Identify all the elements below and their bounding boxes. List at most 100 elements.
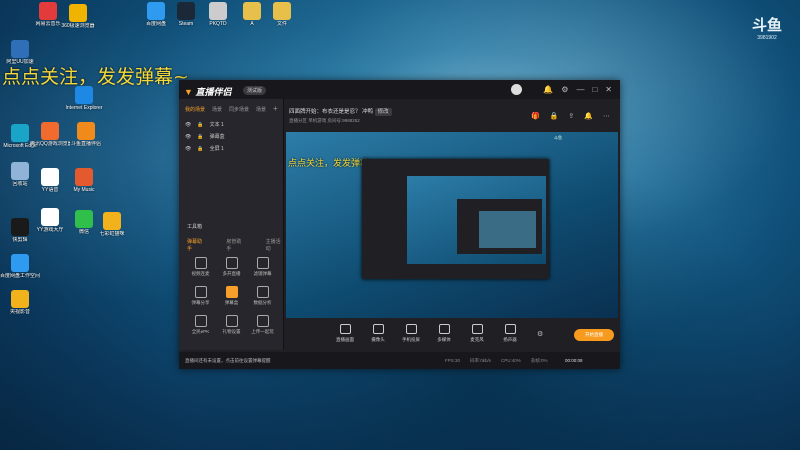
bottom-tool-button[interactable]: 多媒体: [433, 324, 455, 343]
bottom-tool-button[interactable]: 直播画面: [334, 324, 356, 343]
start-live-button[interactable]: 开始直播: [574, 329, 614, 341]
tool-button[interactable]: 弹幕盒: [216, 284, 247, 309]
watermark-logo: 斗鱼: [751, 16, 782, 34]
live-timer: 00:00:08: [565, 358, 583, 363]
desktop-icon[interactable]: 文件: [262, 2, 302, 27]
tool-icon: [194, 315, 207, 327]
status-bar: 直播间还有未设置，点击前往设置弹幕提醒 FPS:30 码率:0kb/s CPU:…: [179, 352, 620, 369]
tool-button[interactable]: 视频连麦: [185, 255, 216, 280]
bottom-tool-icon: [405, 324, 417, 334]
app-icon: [273, 2, 291, 20]
gear-icon[interactable]: ⚙: [561, 85, 568, 94]
tab-room-admin[interactable]: 房管助手: [226, 238, 243, 252]
bell-icon[interactable]: 🔔: [584, 112, 593, 120]
desktop-icon-label: 斗鱼直播伴侣: [70, 141, 101, 147]
desktop-icon-label: 文件: [276, 21, 287, 27]
app-icon: [69, 4, 87, 22]
desktop-icon-label: 七彩虹猫咪: [99, 231, 125, 237]
tool-icon: [256, 286, 269, 298]
tab-host-events[interactable]: 主播活动: [266, 238, 283, 252]
room-info: 直播分区 单机游戏 房间号:9988252: [289, 118, 360, 123]
status-warning[interactable]: 直播间还有未设置，点击前往设置弹幕提醒: [185, 358, 271, 364]
bell-icon[interactable]: 🔔: [543, 85, 553, 94]
app-icon: [243, 2, 261, 20]
bottom-tool-icon: [372, 324, 384, 334]
app-icon: [11, 218, 29, 236]
desktop-icon[interactable]: 七彩虹猫咪: [92, 212, 132, 237]
bottom-tool-button[interactable]: 手机投屏: [400, 324, 422, 343]
tool-icon: [194, 257, 207, 269]
app-icon: [41, 168, 59, 186]
tool-button[interactable]: 全民ePK: [185, 313, 216, 338]
bottom-tool-label: 扬声器: [503, 337, 517, 342]
tool-label: 全民ePK: [191, 329, 210, 334]
bottom-tool-label: 摄像头: [371, 337, 385, 342]
tool-label: 弹幕盒: [224, 300, 239, 305]
tool-label: 弹幕分享: [191, 300, 210, 305]
lock-icon[interactable]: 🔒: [550, 112, 559, 120]
desktop-icon[interactable]: 腾讯QQ游戏浏览器: [30, 122, 70, 147]
bottom-toolbar: 直播画面 摄像头 手机投屏 多媒体 麦克风 扬声器 ⚙ 开始直播: [284, 320, 620, 350]
desktop-icon[interactable]: 央视影音: [0, 290, 40, 315]
app-icon: [39, 2, 57, 20]
app-icon: [147, 2, 165, 20]
preview-nested-window-2: [457, 199, 542, 254]
desktop-icon[interactable]: Internet Explorer: [64, 86, 104, 111]
app-icon: [11, 162, 29, 180]
desktop-icon-label: 快剪辑: [12, 237, 28, 243]
desktop-icon[interactable]: 百度网盘工作空间: [0, 254, 40, 279]
bottom-tool-button[interactable]: 麦克风: [466, 324, 488, 343]
tool-label: 上传一起玩: [251, 329, 274, 334]
preview-nested-desktop: [407, 176, 546, 264]
tool-grid: 视频连麦 多开直播 滤镜弹幕弹幕分享 弹幕盒 数据分析全民ePK 礼物设置 上传一起玩: [185, 255, 279, 338]
desktop-icon-label: 360极速浏览器: [61, 23, 95, 29]
douyu-watermark: 斗鱼 3981902: [742, 14, 792, 41]
gift-icon[interactable]: 🎁: [531, 112, 540, 120]
desktop-icon-label: 百度网盘工作空间: [0, 273, 40, 279]
tool-button[interactable]: 多开直播: [216, 255, 247, 280]
desktop-icon-label: Internet Explorer: [65, 105, 103, 111]
app-icon: [41, 208, 59, 226]
bottom-tool-label: 多媒体: [437, 337, 451, 342]
app-icon: [75, 210, 93, 228]
tool-icon: [225, 286, 238, 298]
more-icon[interactable]: ⋯: [603, 112, 610, 120]
edit-title-button[interactable]: 修改: [374, 108, 392, 116]
tool-button[interactable]: 弹幕分享: [185, 284, 216, 309]
desktop-icon[interactable]: 360极速浏览器: [58, 4, 98, 29]
maximize-icon[interactable]: □: [592, 85, 597, 94]
tab-danmu-helper[interactable]: 弹幕助手: [187, 238, 204, 252]
tool-button[interactable]: 滤镜弹幕: [247, 255, 278, 280]
share-icon[interactable]: ⇪: [568, 112, 574, 120]
tool-button[interactable]: 礼物设置: [216, 313, 247, 338]
stream-preview[interactable]: 点点关注，发发弹幕~ 斗鱼: [286, 132, 618, 318]
avatar[interactable]: [511, 84, 522, 95]
bottom-tool-button[interactable]: 扬声器: [499, 324, 521, 343]
minimize-icon[interactable]: —: [576, 85, 584, 94]
app-icon: [75, 168, 93, 186]
preview-nested-preview: [479, 211, 536, 248]
main-panel: 四面牌开始：布衣还是是忍？ 冲鸭 修改 直播分区 单机游戏 房间号:998825…: [284, 99, 620, 350]
app-icon: [11, 124, 29, 142]
bottom-tool-icon: [471, 324, 483, 334]
desktop-icon[interactable]: My Music: [64, 168, 104, 193]
desktop-icon-label: My Music: [73, 187, 95, 193]
bottom-tool-icon: [339, 324, 351, 334]
bottom-tool-icon: [504, 324, 516, 334]
room-title: 四面牌开始：布衣还是是忍？ 冲鸭 修改: [289, 107, 392, 116]
desktop-icon[interactable]: 快剪辑: [0, 218, 40, 243]
app-icon: [11, 254, 29, 272]
desktop-icon[interactable]: 斗鱼直播伴侣: [66, 122, 106, 147]
app-icon: [177, 2, 195, 20]
tool-label: 视频连麦: [191, 271, 210, 276]
bottom-tool-button[interactable]: 摄像头: [367, 324, 389, 343]
toolbox-tabs: 弹幕助手 房管助手 主播活动: [187, 238, 283, 252]
gear-icon[interactable]: ⚙: [537, 330, 543, 338]
tool-label: 礼物设置: [222, 329, 241, 334]
watermark-room-id: 3981902: [757, 35, 777, 41]
tool-button[interactable]: 数据分析: [247, 284, 278, 309]
stat-cpu: CPU:40%: [501, 358, 521, 363]
room-title-text: 四面牌开始：布衣还是是忍？ 冲鸭: [289, 109, 374, 115]
close-icon[interactable]: ✕: [605, 85, 612, 94]
tool-button[interactable]: 上传一起玩: [247, 313, 278, 338]
